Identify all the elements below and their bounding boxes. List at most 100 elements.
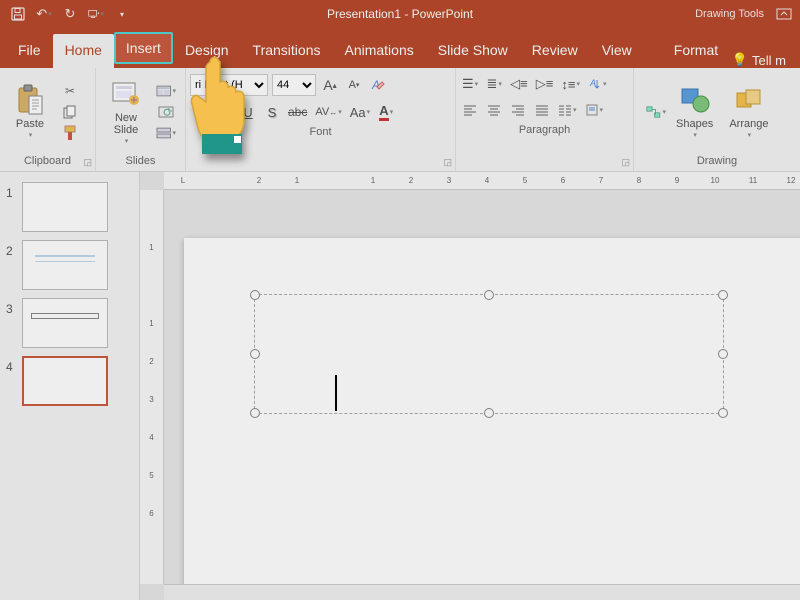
decrease-indent-button[interactable]: ◁≡ — [508, 74, 530, 94]
line-spacing-button[interactable]: ↕≡▾ — [559, 74, 582, 94]
grow-font-button[interactable]: A▴ — [320, 75, 340, 95]
save-icon[interactable] — [10, 6, 26, 22]
slide-thumbnail-4[interactable] — [22, 356, 108, 406]
copy-button[interactable] — [60, 103, 80, 121]
tab-transitions[interactable]: Transitions — [241, 34, 333, 68]
layout-button[interactable]: ▾ — [156, 82, 176, 100]
tab-file[interactable]: File — [6, 34, 53, 68]
quick-access-toolbar: ↶▾ ↻ ▾ ▾ — [0, 6, 140, 22]
thumb-number: 3 — [6, 298, 18, 316]
chevron-down-icon: ▾ — [693, 132, 697, 140]
tab-animations[interactable]: Animations — [332, 34, 425, 68]
text-direction-button[interactable]: A▾ — [586, 74, 609, 94]
slide-thumbnail-3[interactable] — [22, 298, 108, 348]
chevron-down-icon: ▾ — [29, 132, 33, 140]
slide-thumbnail-1[interactable] — [22, 182, 108, 232]
chevron-down-icon: ▾ — [748, 132, 752, 140]
contextual-tab-label: Drawing Tools — [695, 8, 764, 20]
lightbulb-icon: 💡 — [732, 52, 748, 68]
tab-insert[interactable]: Insert — [114, 32, 173, 64]
columns-button[interactable]: ▾ — [556, 100, 579, 120]
slide-canvas[interactable]: ⟳ — [164, 190, 800, 584]
chevron-down-icon: ▾ — [125, 138, 129, 146]
new-slide-icon — [110, 78, 142, 110]
arrange-icon — [733, 84, 765, 116]
paste-icon — [14, 84, 46, 116]
format-painter-button[interactable] — [60, 124, 80, 142]
paste-label: Paste — [16, 118, 44, 130]
char-spacing-button[interactable]: AV↔▾ — [313, 102, 343, 122]
align-text-button[interactable]: ▾ — [583, 100, 606, 120]
group-font: ri Light (H 44 A▴ A▾ A B I U S abc AV↔▾ … — [186, 68, 456, 171]
bullets-button[interactable]: ☰▾ — [460, 74, 480, 94]
tab-slideshow[interactable]: Slide Show — [426, 34, 520, 68]
align-center-button[interactable] — [484, 100, 504, 120]
dialog-launcher-icon[interactable]: ◲ — [83, 157, 92, 168]
arrange-label: Arrange — [729, 118, 768, 130]
paste-button[interactable]: Paste ▾ — [6, 80, 54, 144]
align-right-button[interactable] — [508, 100, 528, 120]
ruler-vertical: 1 1 23 45 6 — [140, 190, 164, 584]
titlebar: ↶▾ ↻ ▾ ▾ Presentation1 - PowerPoint Draw… — [0, 0, 800, 28]
group-clipboard: Paste ▾ ✂ Clipboard ◲ — [0, 68, 96, 171]
thumb-number: 1 — [6, 182, 18, 200]
group-drawing-label: Drawing — [634, 151, 800, 171]
clear-formatting-button[interactable]: A — [368, 75, 388, 95]
increase-indent-button[interactable]: ▷≡ — [534, 74, 556, 94]
group-font-label: Font — [186, 122, 455, 142]
horizontal-scrollbar[interactable] — [164, 584, 800, 600]
ribbon-display-options-icon[interactable] — [776, 8, 792, 20]
canvas-wrap: L 21 1 23 45 67 89 1011 1213 1415 16 1 1… — [140, 172, 800, 600]
scissors-icon: ✂ — [65, 84, 75, 98]
new-slide-label: New Slide — [114, 112, 138, 136]
redo-icon[interactable]: ↻ — [62, 6, 78, 22]
align-left-button[interactable] — [460, 100, 480, 120]
tell-me[interactable]: 💡 Tell m — [732, 52, 794, 68]
group-slides: New Slide ▾ ▾ ▾ Slides — [96, 68, 186, 171]
strikethrough-button[interactable]: abc — [286, 102, 309, 122]
font-name-select[interactable]: ri Light (H — [190, 74, 268, 96]
cut-button[interactable]: ✂ — [60, 82, 80, 100]
bold-button[interactable]: B — [190, 102, 210, 122]
ruler-horizontal: L 21 1 23 45 67 89 1011 1213 1415 16 — [164, 172, 800, 190]
italic-button[interactable]: I — [214, 102, 234, 122]
shapes-button[interactable]: Shapes ▾ — [668, 80, 721, 144]
shapes-icon — [679, 84, 711, 116]
convert-smartart-button[interactable]: ▾ — [646, 103, 666, 121]
group-drawing: ▾ Shapes ▾ Arrange ▾ Drawing — [634, 68, 800, 171]
start-from-beginning-icon[interactable]: ▾ — [88, 6, 104, 22]
group-paragraph-label: Paragraph — [456, 120, 633, 140]
undo-icon[interactable]: ↶▾ — [36, 6, 52, 22]
justify-button[interactable] — [532, 100, 552, 120]
shrink-font-button[interactable]: A▾ — [344, 75, 364, 95]
tab-home[interactable]: Home — [53, 34, 114, 68]
dialog-launcher-icon[interactable]: ◲ — [621, 157, 630, 168]
numbering-button[interactable]: ≣▾ — [484, 74, 504, 94]
underline-button[interactable]: U — [238, 102, 258, 122]
shadow-button[interactable]: S — [262, 102, 282, 122]
text-cursor — [335, 375, 337, 411]
font-color-button[interactable]: A▾ — [376, 102, 396, 122]
shapes-label: Shapes — [676, 118, 713, 130]
slide-thumbnail-2[interactable] — [22, 240, 108, 290]
tab-review[interactable]: Review — [520, 34, 590, 68]
tab-view[interactable]: View — [590, 34, 644, 68]
group-paragraph: ☰▾ ≣▾ ◁≡ ▷≡ ↕≡▾ A▾ — [456, 68, 634, 171]
dialog-launcher-icon[interactable]: ◲ — [443, 157, 452, 168]
change-case-button[interactable]: Aa▾ — [348, 102, 372, 122]
tab-format[interactable]: Format — [662, 34, 730, 68]
new-slide-button[interactable]: New Slide ▾ — [102, 74, 150, 150]
content-area: 1 2 3 4 L 21 1 23 45 67 89 1011 1213 141… — [0, 172, 800, 600]
arrange-button[interactable]: Arrange ▾ — [721, 80, 776, 144]
tell-me-label: Tell m — [752, 53, 786, 68]
qat-customize-icon[interactable]: ▾ — [114, 6, 130, 22]
tab-design[interactable]: Design — [173, 34, 241, 68]
ribbon: Paste ▾ ✂ Clipboard ◲ New Slide — [0, 68, 800, 172]
group-clipboard-label: Clipboard — [0, 151, 95, 171]
section-button[interactable]: ▾ — [156, 124, 176, 142]
font-size-select[interactable]: 44 — [272, 74, 316, 96]
reset-button[interactable] — [156, 103, 176, 121]
slide[interactable] — [184, 238, 800, 584]
ribbon-tabstrip: File Home Insert Design Transitions Anim… — [0, 28, 800, 68]
text-placeholder[interactable] — [254, 294, 724, 414]
